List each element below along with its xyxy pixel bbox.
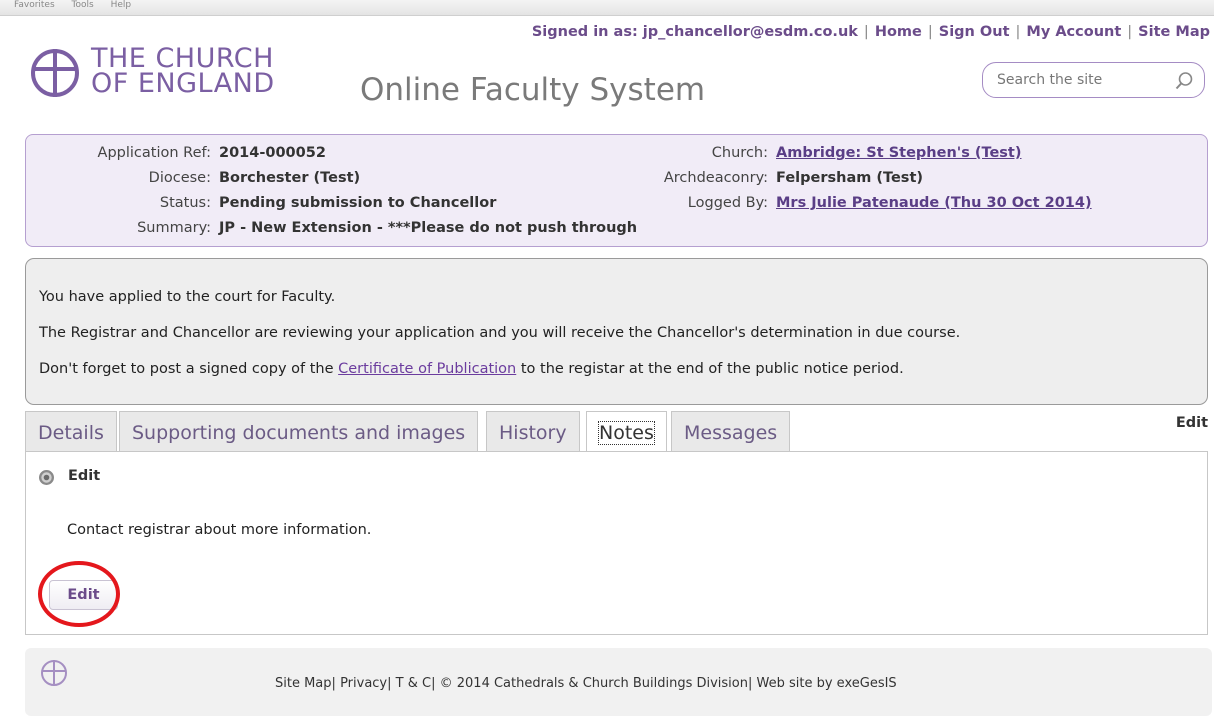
tab-details-label: Details xyxy=(38,422,104,444)
archdeaconry-row: Archdeaconry: Felpersham (Test) xyxy=(510,170,923,186)
application-ref-value: 2014-000052 xyxy=(219,145,326,161)
tab-supporting-documents-label: Supporting documents and images xyxy=(132,422,466,444)
nav-separator: | xyxy=(863,24,869,40)
footer-separator: | xyxy=(747,676,753,691)
my-account-link[interactable]: My Account xyxy=(1026,24,1121,40)
browser-menu-help[interactable]: Help xyxy=(111,1,132,10)
nav-separator: | xyxy=(927,24,933,40)
logo-line-2: OF ENGLAND xyxy=(91,68,275,99)
tab-messages[interactable]: Messages xyxy=(671,411,791,451)
church-row: Church: Ambridge: St Stephen's (Test) xyxy=(510,145,1022,161)
site-title: Online Faculty System xyxy=(360,72,706,108)
church-link[interactable]: Ambridge: St Stephen's (Test) xyxy=(776,145,1022,161)
tab-history-label: History xyxy=(499,422,567,444)
footer: Site Map| Privacy| T & C| © 2014 Cathedr… xyxy=(25,648,1212,716)
application-ref-label: Application Ref: xyxy=(97,145,211,161)
search-icon[interactable] xyxy=(1174,71,1194,91)
sign-out-link[interactable]: Sign Out xyxy=(939,24,1010,40)
help-icon[interactable] xyxy=(38,469,55,486)
message-line-3-start: Don't forget to post a signed copy of th… xyxy=(39,361,339,377)
application-ref-row: Application Ref: 2014-000052 xyxy=(26,145,326,161)
logged-by-row: Logged By: Mrs Julie Patenaude (Thu 30 Oc… xyxy=(510,195,1092,211)
notes-content-panel: Edit Contact registrar about more inform… xyxy=(25,451,1208,635)
footer-separator: | xyxy=(387,676,392,691)
search-input[interactable] xyxy=(997,70,1157,90)
tab-supporting-documents[interactable]: Supporting documents and images xyxy=(119,411,479,451)
nav-separator: | xyxy=(1015,24,1021,40)
footer-site-map-link[interactable]: Site Map xyxy=(275,676,332,691)
status-value: Pending submission to Chancellor xyxy=(219,195,497,211)
tab-notes-label: Notes xyxy=(598,421,655,445)
tab-area-edit-link[interactable]: Edit xyxy=(1176,415,1208,431)
home-link[interactable]: Home xyxy=(875,24,922,40)
search-box xyxy=(982,62,1205,98)
nav-separator: | xyxy=(1127,24,1133,40)
brand-logo-text[interactable]: THE CHURCH OF ENGLAND xyxy=(91,45,275,99)
browser-menu-tools[interactable]: Tools xyxy=(72,1,94,10)
notes-section-edit[interactable]: Edit xyxy=(68,468,100,484)
message-line-3-end: to the registar at the end of the public… xyxy=(516,361,904,377)
logged-by-link[interactable]: Mrs Julie Patenaude (Thu 30 Oct 2014) xyxy=(776,195,1092,211)
certificate-of-publication-link[interactable]: Certificate of Publication xyxy=(338,361,516,377)
browser-menu-favorites[interactable]: Favorites xyxy=(14,1,55,10)
archdeaconry-value: Felpersham (Test) xyxy=(776,170,923,186)
site-map-link[interactable]: Site Map xyxy=(1138,24,1210,40)
message-line-1: You have applied to the court for Facult… xyxy=(39,289,336,305)
status-message-panel: You have applied to the court for Facult… xyxy=(25,258,1208,405)
tab-notes[interactable]: Notes xyxy=(586,411,667,452)
tab-history[interactable]: History xyxy=(486,411,580,451)
summary-label: Summary: xyxy=(137,220,211,236)
church-of-england-logo-icon[interactable] xyxy=(29,47,81,99)
footer-privacy-link[interactable]: Privacy xyxy=(340,676,387,691)
footer-links: Site Map| Privacy| T & C| © 2014 Cathedr… xyxy=(275,676,897,691)
archdeaconry-label: Archdeaconry: xyxy=(663,170,768,186)
summary-value: JP - New Extension - ***Please do not pu… xyxy=(219,220,638,236)
footer-copyright: © 2014 Cathedrals & Church Buildings Div… xyxy=(439,676,748,691)
top-navigation: Signed in as: jp_chancellor@esdm.co.uk | H… xyxy=(532,24,1210,40)
notes-text: Contact registrar about more information… xyxy=(67,522,372,538)
application-summary-panel: Application Ref: 2014-000052 Diocese: Borc… xyxy=(25,134,1208,247)
edit-notes-button[interactable]: Edit xyxy=(49,580,118,610)
logged-by-label: Logged By: xyxy=(687,195,768,211)
church-label: Church: xyxy=(711,145,768,161)
diocese-value: Borchester (Test) xyxy=(219,170,361,186)
tab-details[interactable]: Details xyxy=(25,411,117,451)
diocese-label: Diocese: xyxy=(148,170,211,186)
status-label: Status: xyxy=(159,195,211,211)
footer-credit-link[interactable]: Web site by exeGesIS xyxy=(757,676,897,691)
footer-separator: | xyxy=(431,676,436,691)
summary-row: Summary: JP - New Extension - ***Please d… xyxy=(26,220,637,236)
footer-separator: | xyxy=(331,676,336,691)
browser-menu-strip: Favorites Tools Help xyxy=(0,0,1214,16)
tab-messages-label: Messages xyxy=(684,422,778,444)
message-line-3: Don't forget to post a signed copy of th… xyxy=(39,361,904,377)
message-line-2: The Registrar and Chancellor are reviewi… xyxy=(39,325,961,341)
signed-in-status: Signed in as: jp_chancellor@esdm.co.uk xyxy=(531,24,858,40)
status-row: Status: Pending submission to Chancellor xyxy=(26,195,496,211)
footer-terms-link[interactable]: T & C xyxy=(396,676,431,691)
footer-church-logo-icon xyxy=(41,660,67,686)
diocese-row: Diocese: Borchester (Test) xyxy=(26,170,360,186)
